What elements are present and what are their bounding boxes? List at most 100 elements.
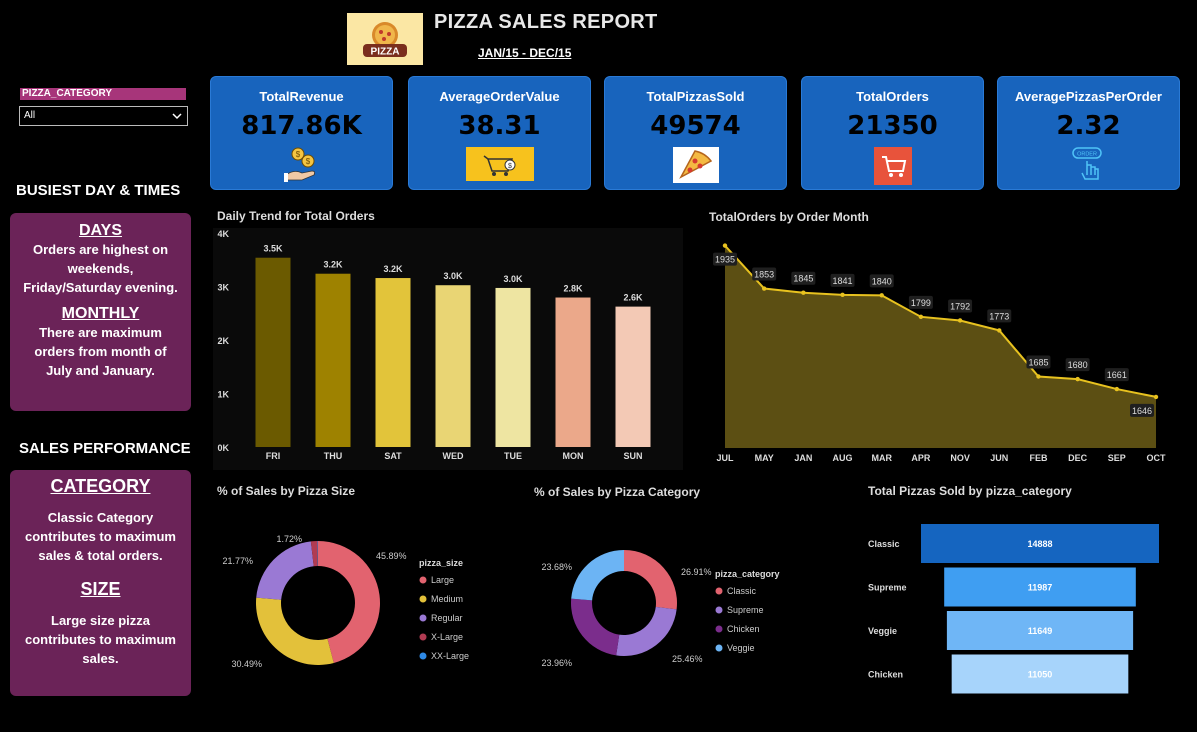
data-point — [957, 318, 963, 323]
legend-marker — [715, 644, 723, 652]
kpi-total-orders: TotalOrders 21350 — [801, 76, 984, 190]
bar — [615, 306, 651, 447]
category-chart-title: % of Sales by Pizza Category — [534, 485, 701, 499]
category-line: Classic Category — [47, 510, 154, 525]
x-tick-label: JUL — [716, 453, 734, 463]
data-point — [1153, 394, 1159, 400]
data-point — [879, 293, 884, 298]
sales-by-size-donut: 45.89% 30.49% 21.77% 1.72% pizza_size Large Me… — [222, 534, 469, 669]
donut-slice — [256, 541, 314, 600]
data-label: 3.2K — [383, 264, 403, 274]
svg-text:$: $ — [295, 150, 300, 159]
data-label: 3.0K — [443, 271, 463, 281]
days-line: Friday/Saturday evening. — [23, 280, 178, 295]
data-point — [1075, 376, 1080, 382]
legend-title: pizza_category — [715, 569, 780, 579]
data-label: 1792 — [950, 301, 970, 311]
busiest-heading: BUSIEST DAY & TIMES — [16, 182, 181, 199]
legend-title: pizza_size — [419, 558, 463, 568]
x-tick-label: MON — [563, 451, 584, 461]
pizzas-chart-title: Total Pizzas Sold by pizza_category — [868, 484, 1072, 498]
pizzas-sold-bar-chart: 14888 Classic 11987 Supreme 11649 Veggie 11050… — [868, 524, 1159, 694]
basket-icon: $ — [465, 147, 534, 181]
kpi-label: TotalOrders — [856, 89, 929, 104]
y-tick-label: 3K — [217, 283, 229, 293]
legend-marker — [419, 595, 427, 603]
size-title: SIZE — [80, 579, 121, 599]
data-point — [997, 328, 1002, 333]
x-tick-label: OCT — [1147, 453, 1167, 463]
x-tick-label: MAY — [755, 453, 774, 463]
x-tick-label: WED — [443, 451, 464, 461]
category-label: Chicken — [868, 670, 903, 680]
legend-marker — [419, 576, 427, 584]
data-point — [1036, 374, 1041, 379]
data-label: 2.6K — [623, 293, 643, 303]
pizza-logo: PIZZA — [347, 13, 423, 65]
data-point — [918, 314, 924, 320]
data-label: 1661 — [1107, 370, 1127, 380]
kpi-average-pizzas-per-order: AveragePizzasPerOrder 2.32 ORDER — [997, 76, 1180, 190]
money-hand-icon: $ $ — [283, 147, 315, 182]
kpi-value: 817.86K — [241, 111, 362, 141]
pizza-slice-icon — [672, 147, 719, 183]
data-point — [840, 292, 845, 298]
x-tick-label: THU — [324, 451, 343, 461]
donut-slice — [571, 598, 620, 656]
kpi-label: TotalRevenue — [259, 89, 344, 104]
data-label: 14888 — [1027, 539, 1052, 549]
x-tick-label: JUN — [990, 453, 1008, 463]
bar — [315, 273, 351, 447]
legend-label: Regular — [431, 613, 463, 623]
pizza-category-dropdown[interactable]: All — [19, 106, 188, 126]
kpi-total-pizzas-sold: TotalPizzasSold 49574 — [604, 76, 787, 190]
svg-text:$: $ — [508, 163, 512, 170]
donut-slice — [624, 550, 677, 610]
size-chart-title: % of Sales by Pizza Size — [217, 484, 356, 498]
legend-label: XX-Large — [431, 651, 469, 661]
category-label: Veggie — [868, 626, 897, 636]
data-label: 1935 — [715, 255, 735, 265]
size-line: Large size pizza — [51, 613, 150, 628]
x-tick-label: APR — [911, 453, 931, 463]
legend-label: Large — [431, 575, 454, 585]
kpi-value: 38.31 — [458, 111, 541, 141]
donut-slice — [571, 550, 624, 601]
x-tick-label: TUE — [504, 451, 522, 461]
data-label: 1773 — [989, 311, 1009, 321]
x-tick-label: DEC — [1068, 453, 1088, 463]
kpi-value: 2.32 — [1056, 111, 1121, 141]
legend-label: Veggie — [727, 643, 755, 653]
svg-text:$: $ — [305, 157, 310, 166]
size-line: contributes to maximum — [25, 632, 176, 647]
cart-icon — [873, 147, 912, 185]
data-label: 1646 — [1132, 406, 1152, 416]
data-label: 1799 — [911, 298, 931, 308]
kpi-label: AverageOrderValue — [439, 89, 560, 104]
data-label: 11987 — [1028, 583, 1053, 593]
svg-text:ORDER: ORDER — [1077, 152, 1097, 158]
data-label: 1853 — [754, 270, 774, 280]
kpi-value: 49574 — [650, 111, 741, 141]
days-line: weekends, — [67, 261, 134, 276]
data-label: 1.72% — [276, 534, 302, 544]
busiest-panel: DAYS Orders are highest on weekends, Fri… — [10, 213, 191, 411]
donut-slice — [256, 597, 334, 665]
area-fill — [725, 245, 1156, 448]
x-tick-label: SUN — [623, 451, 642, 461]
performance-heading: SALES PERFORMANCE — [19, 440, 191, 457]
category-label: Classic — [868, 539, 900, 549]
x-tick-label: FRI — [266, 451, 281, 461]
legend-marker — [715, 587, 723, 595]
order-click-icon: ORDER — [1071, 147, 1102, 180]
data-label: 1680 — [1068, 360, 1088, 370]
x-tick-label: AUG — [833, 453, 853, 463]
donut-slice — [616, 606, 677, 656]
x-tick-label: NOV — [950, 453, 970, 463]
legend-label: X-Large — [431, 632, 463, 642]
data-label: 3.5K — [263, 244, 283, 254]
category-label: Supreme — [868, 583, 907, 593]
y-tick-label: 1K — [217, 390, 229, 400]
data-label: 1841 — [833, 276, 853, 286]
data-label: 21.77% — [222, 556, 253, 566]
